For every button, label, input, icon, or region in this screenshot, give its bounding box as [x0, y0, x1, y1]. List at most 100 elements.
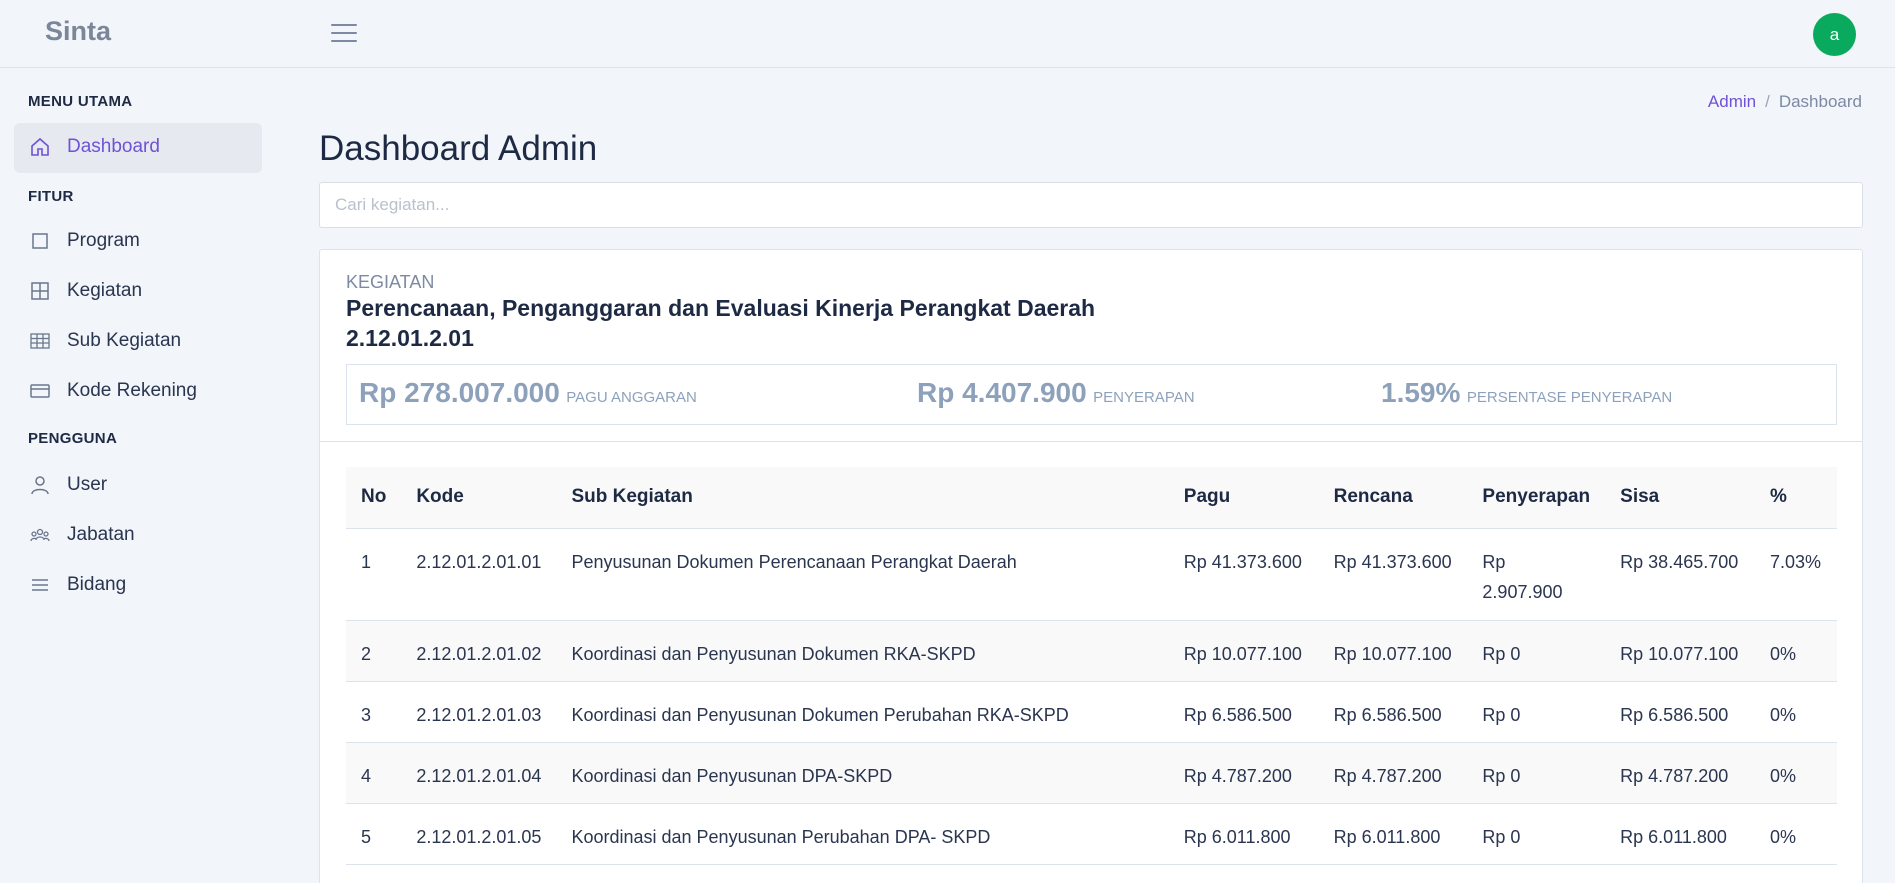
sidebar-item-program[interactable]: Program [14, 217, 262, 267]
table-cell: Rp 38.465.700 [1605, 528, 1755, 621]
table-cell: Rp 4.787.200 [1605, 742, 1755, 804]
page-title: Dashboard Admin [319, 129, 598, 168]
home-icon [31, 137, 49, 156]
table-cell: 0% [1754, 681, 1837, 743]
breadcrumb-link-admin[interactable]: Admin [1708, 92, 1756, 111]
sidebar-item-label: User [67, 474, 108, 495]
sidebar-item-jabatan[interactable]: Jabatan [14, 511, 262, 561]
stat-pagu-value: Rp 278.007.000 [359, 377, 560, 408]
breadcrumb: Admin / Dashboard [1600, 92, 1862, 112]
table-cell: 2 [346, 620, 402, 682]
sidebar-item-sub-kegiatan[interactable]: Sub Kegiatan [14, 317, 262, 367]
column-header[interactable]: Kode [401, 467, 557, 529]
stat-penyerapan: Rp 4.407.900 PENYERAPAN [917, 377, 1195, 409]
credit-card-icon [30, 384, 50, 398]
column-header[interactable]: Pagu [1168, 467, 1319, 529]
column-header[interactable]: Penyerapan [1467, 467, 1606, 529]
table-row[interactable]: 3 2.12.01.2.01.03 Koordinasi dan Penyusu… [346, 681, 1837, 743]
sidebar-item-label: Kode Rekening [67, 380, 197, 401]
table-cell: Rp 0 [1467, 742, 1606, 804]
sidebar-item-label: Sub Kegiatan [67, 330, 182, 351]
search-input[interactable] [319, 182, 1863, 228]
sidebar: MENU UTAMA Dashboard FITUR Program Kegia… [0, 68, 275, 883]
stat-penyerapan-caption: PENYERAPAN [1093, 389, 1195, 406]
table-header-row: No Kode Sub Kegiatan Pagu Rencana Penyer… [346, 467, 1837, 529]
kegiatan-card-header: KEGIATAN Perencanaan, Penganggaran dan E… [320, 250, 1862, 442]
table-cell: 7.03% [1754, 528, 1837, 621]
kegiatan-name: Perencanaan, Penganggaran dan Evaluasi K… [346, 295, 1096, 321]
table-cell: Koordinasi dan Penyusunan Perubahan DPA-… [556, 803, 1169, 865]
sidebar-item-label: Jabatan [67, 524, 135, 545]
table-cell: 0% [1754, 742, 1837, 804]
kegiatan-label: KEGIATAN [346, 272, 435, 292]
table-cell: Rp 0 [1467, 620, 1606, 682]
stat-pagu: Rp 278.007.000 PAGU ANGGARAN [359, 377, 697, 409]
table-row[interactable]: 4 2.12.01.2.01.04 Koordinasi dan Penyusu… [346, 742, 1837, 804]
breadcrumb-current: Dashboard [1778, 92, 1862, 111]
table-cell: Rp 6.586.500 [1318, 681, 1468, 743]
table-row[interactable]: 2 2.12.01.2.01.02 Koordinasi dan Penyusu… [346, 620, 1837, 682]
stat-persentase: 1.59% PERSENTASE PENYERAPAN [1381, 377, 1672, 409]
table-cell: Rp 0 [1467, 681, 1606, 743]
sidebar-section-header: PENGGUNA [28, 430, 118, 447]
column-header[interactable]: No [346, 467, 402, 529]
table-row[interactable]: 5 2.12.01.2.01.05 Koordinasi dan Penyusu… [346, 803, 1837, 865]
table-cell: Rp 4.787.200 [1168, 742, 1319, 804]
table-cell: 3 [346, 681, 402, 743]
table-cell: Rp 6.011.800 [1168, 803, 1319, 865]
sidebar-section-header: MENU UTAMA [28, 93, 133, 110]
column-header[interactable]: Sub Kegiatan [556, 467, 1169, 529]
table-cell: Koordinasi dan Penyusunan Dokumen RKA-SK… [556, 620, 1169, 682]
table-cell: Rp 2.907.900 [1467, 528, 1606, 621]
sidebar-item-kode-rekening[interactable]: Kode Rekening [14, 367, 262, 417]
stat-persentase-caption: PERSENTASE PENYERAPAN [1466, 389, 1673, 406]
table-cell: Rp 10.077.100 [1318, 620, 1468, 682]
column-header[interactable]: Rencana [1318, 467, 1468, 529]
table-cell: 2.12.01.2.01.05 [401, 803, 557, 865]
table-cell: Rp 0 [1467, 803, 1606, 865]
table-cell: 4 [346, 742, 402, 804]
user-icon [31, 476, 49, 495]
sidebar-item-label: Bidang [67, 574, 127, 595]
stat-persentase-value: 1.59% [1381, 377, 1461, 408]
brand-logo[interactable]: Sinta [45, 16, 111, 47]
table-cell: Koordinasi dan Penyusunan Dokumen Peruba… [556, 681, 1169, 743]
sidebar-item-kegiatan[interactable]: Kegiatan [14, 267, 262, 317]
table-cell: 2.12.01.2.01.03 [401, 681, 557, 743]
breadcrumb-separator: / [1765, 92, 1770, 111]
table-cell: 1 [346, 528, 402, 621]
table-cell: Rp 10.077.100 [1168, 620, 1319, 682]
table-cell: Rp 4.787.200 [1318, 742, 1468, 804]
table-row[interactable]: 1 2.12.01.2.01.01 Penyusunan Dokumen Per… [346, 528, 1837, 621]
top-bar: Sinta a [0, 0, 1895, 68]
sidebar-item-label: Dashboard [67, 136, 160, 157]
table-cell: Rp 6.586.500 [1605, 681, 1755, 743]
table-cell: Rp 6.011.800 [1318, 803, 1468, 865]
avatar[interactable]: a [1813, 13, 1856, 56]
sidebar-item-user[interactable]: User [14, 461, 262, 511]
table-cell: Penyusunan Dokumen Perencanaan Perangkat… [556, 528, 1169, 621]
kegiatan-stats: Rp 278.007.000 PAGU ANGGARAN Rp 4.407.90… [346, 364, 1837, 425]
table-cell: Rp 10.077.100 [1605, 620, 1755, 682]
stat-penyerapan-value: Rp 4.407.900 [917, 377, 1087, 408]
square-icon [32, 233, 48, 249]
table-cell: 0% [1754, 803, 1837, 865]
table-cell: 5 [346, 803, 402, 865]
table-cell: Rp 6.011.800 [1605, 803, 1755, 865]
grid-icon [31, 282, 49, 300]
sidebar-item-label: Program [67, 230, 140, 251]
table-cell: Rp 41.373.600 [1318, 528, 1468, 621]
sidebar-item-dashboard[interactable]: Dashboard [14, 123, 262, 173]
list-icon [32, 579, 48, 591]
sidebar-item-bidang[interactable]: Bidang [14, 561, 262, 611]
sub-kegiatan-table: No Kode Sub Kegiatan Pagu Rencana Penyer… [346, 467, 1837, 865]
table-cell: Rp 6.586.500 [1168, 681, 1319, 743]
column-header[interactable]: % [1754, 467, 1837, 529]
sidebar-section-header: FITUR [28, 188, 74, 205]
table-cell: Koordinasi dan Penyusunan DPA-SKPD [556, 742, 1169, 804]
table-cell: 2.12.01.2.01.04 [401, 742, 557, 804]
kegiatan-code: 2.12.01.2.01 [346, 325, 474, 351]
menu-toggle-icon[interactable] [331, 22, 357, 44]
table-cell: 0% [1754, 620, 1837, 682]
column-header[interactable]: Sisa [1605, 467, 1755, 529]
